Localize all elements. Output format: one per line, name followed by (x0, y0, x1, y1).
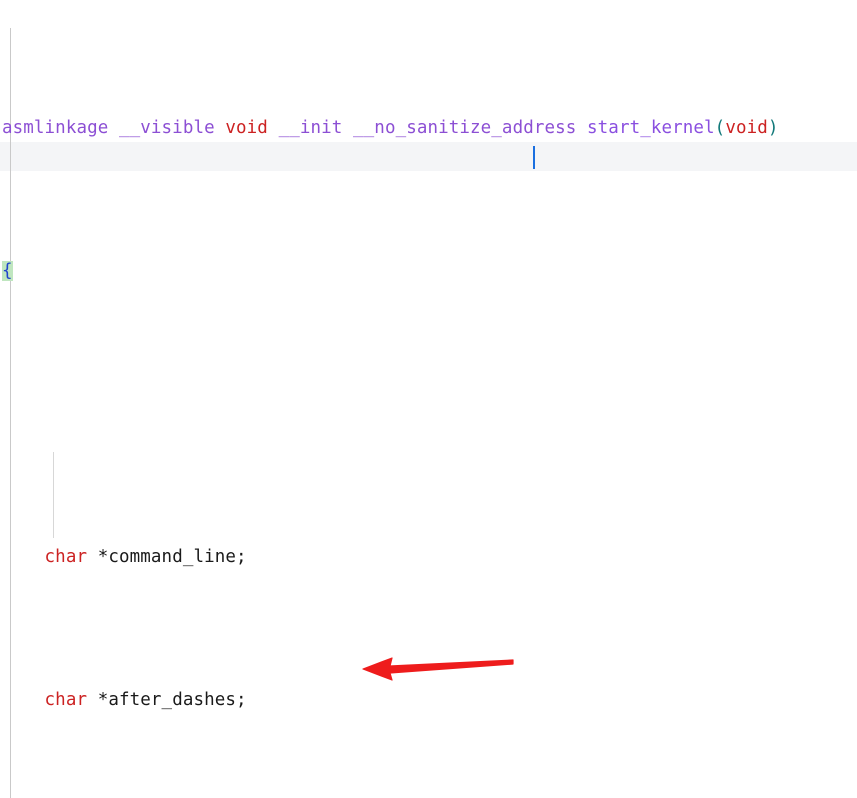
token-matching-open-brace: { (2, 261, 13, 282)
token-open-paren: ( (714, 118, 726, 139)
token-type-char: char (44, 547, 88, 568)
token-function-start-kernel: start_kernel (587, 118, 715, 139)
token-semicolon: ; (236, 690, 247, 711)
token-var-after-dashes: after_dashes (108, 690, 237, 711)
code-line-open-brace[interactable]: { (0, 257, 857, 286)
token-star: * (97, 547, 109, 568)
token-star: * (97, 690, 109, 711)
text-caret (533, 146, 535, 169)
token-close-paren: ) (767, 118, 779, 139)
token-semicolon: ; (236, 547, 247, 568)
code-line-blank-1 (0, 400, 857, 429)
token-no-sanitize-attr: __no_sanitize_address (353, 118, 577, 139)
token-visible: __visible (119, 118, 215, 139)
token-var-command-line: command_line (108, 547, 237, 568)
token-init-attr: __init (278, 118, 343, 139)
code-line-signature[interactable]: asmlinkage __visible void __init __no_sa… (0, 114, 857, 143)
code-line-decl-command-line[interactable]: char *command_line; (0, 543, 857, 572)
token-asmlinkage: asmlinkage (2, 118, 109, 139)
code-editor-viewport[interactable]: asmlinkage __visible void __init __no_sa… (0, 0, 857, 798)
token-type-char: char (44, 690, 88, 711)
code-line-decl-after-dashes[interactable]: char *after_dashes; (0, 686, 857, 715)
code-lines: asmlinkage __visible void __init __no_sa… (0, 0, 857, 798)
token-return-type: void (225, 118, 268, 139)
token-param-void: void (725, 118, 768, 139)
